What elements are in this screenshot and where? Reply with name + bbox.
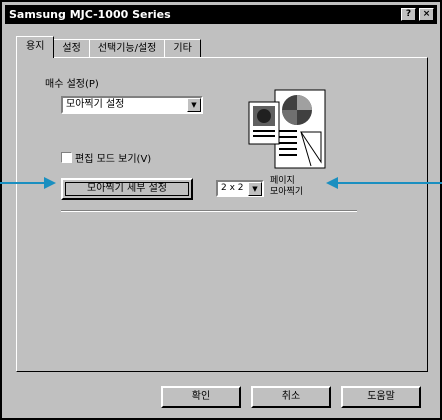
section-divider: [61, 210, 357, 212]
help-button[interactable]: 도움말: [341, 386, 421, 408]
edit-mode-checkbox-label: 편집 모드 보기(V): [75, 154, 152, 165]
title-bar[interactable]: Samsung MJC-1000 Series ? ×: [5, 5, 437, 24]
cancel-button[interactable]: 취소: [251, 386, 331, 408]
close-icon[interactable]: ×: [419, 8, 434, 21]
ok-button[interactable]: 확인: [161, 386, 241, 408]
tab-panel: 매수 설정(P) 모아찍기 설정 ▼ 편집 모드 보기(V) 모아찍기 세부 설…: [16, 57, 428, 372]
right-callout-arrow: [326, 177, 442, 189]
tab-strip: 용지 설정 선택기능/설정 기타: [16, 36, 201, 58]
tab-other[interactable]: 기타: [164, 39, 201, 58]
layout-select[interactable]: 모아찍기 설정 ▼: [61, 96, 203, 114]
chevron-down-icon[interactable]: ▼: [187, 98, 201, 112]
callout-arrows: [0, 177, 442, 189]
tab-options[interactable]: 선택기능/설정: [88, 39, 166, 58]
help-icon[interactable]: ?: [401, 8, 416, 21]
copies-label: 매수 설정(P): [45, 79, 99, 90]
left-callout-arrow: [0, 177, 56, 189]
edit-mode-checkbox-row[interactable]: 편집 모드 보기(V): [61, 150, 151, 165]
tab-paper[interactable]: 용지: [16, 36, 55, 58]
window-title: Samsung MJC-1000 Series: [9, 8, 171, 21]
layout-select-value: 모아찍기 설정: [66, 99, 125, 110]
edit-mode-checkbox[interactable]: [61, 152, 72, 163]
layout-preview-image: [248, 89, 326, 169]
tab-settings[interactable]: 설정: [53, 39, 90, 58]
printer-properties-dialog: Samsung MJC-1000 Series ? × 용지 설정 선택기능/설…: [0, 0, 442, 420]
